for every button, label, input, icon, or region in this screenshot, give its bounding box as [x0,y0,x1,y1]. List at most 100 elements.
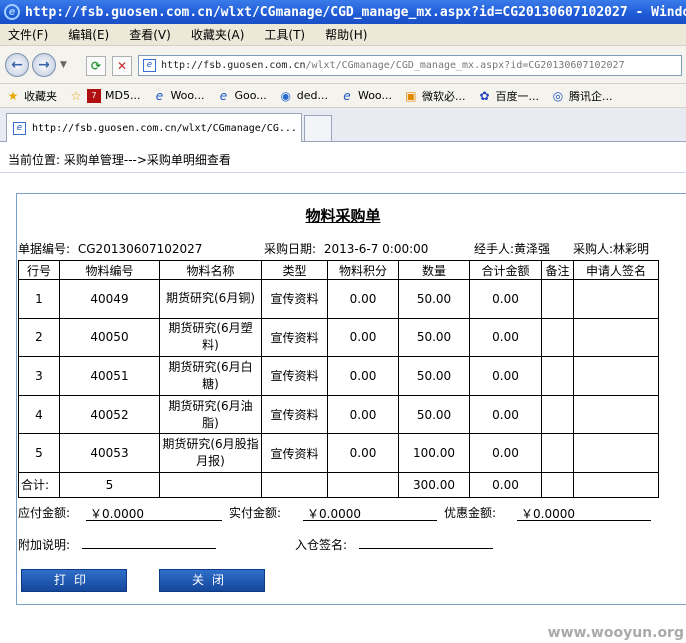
item-type: 宣传资料 [261,356,328,396]
fav-label: Woo... [357,89,392,102]
item-points: 0.00 [327,317,399,358]
table-row: 4 40052 期货研究(6月油脂) 宣传资料 0.00 50.00 0.00 [18,394,659,435]
fav-item[interactable]: ▣ 微软必... [404,88,466,104]
table-row: 3 40051 期货研究(6月白糖) 宣传资料 0.00 50.00 0.00 [18,356,659,396]
sign-value [359,533,493,549]
fav-item[interactable]: ◉ ded... [279,88,328,103]
address-host: http://fsb.guosen.com.cn [161,60,306,71]
new-tab-button[interactable] [304,115,332,141]
field-label: 经手人: [474,242,515,256]
row-number: 1 [18,279,60,319]
item-total: 0.00 [469,356,542,396]
item-remark [541,394,574,435]
item-qty: 100.00 [398,433,470,473]
watermark: www.wooyun.org [547,625,684,641]
empty-cell [573,471,659,498]
page-icon: e [143,59,156,72]
total-qty: 300.00 [398,471,470,498]
print-button[interactable]: 打印 [21,569,127,592]
fav-label: 腾讯企... [568,89,613,103]
discount-label: 优惠金额: [444,506,497,520]
item-points: 0.00 [327,433,399,473]
fav-item[interactable]: ✿ 百度一... [477,88,539,104]
row-number: 3 [18,356,60,396]
field-label: 单据编号: [18,242,71,256]
table-total-row: 合计: 5 300.00 0.00 [18,471,659,498]
fav-label: 百度一... [495,89,539,103]
item-type: 宣传资料 [261,279,328,319]
fav-item[interactable]: ☆ 7 MD5... [69,88,141,103]
page-icon: ▣ [405,88,417,103]
order-number-field: 单据编号: CG20130607102027 [18,240,202,257]
empty-cell [261,471,328,498]
forward-arrow-icon: → [38,57,50,73]
menu-help[interactable]: 帮助(H) [325,26,367,43]
menu-tools[interactable]: 工具(T) [264,26,305,43]
fav-item[interactable]: ◎ 腾讯企... [551,88,613,104]
empty-cell [327,471,399,498]
item-points: 0.00 [327,394,399,435]
close-button[interactable]: 关闭 [159,569,265,592]
paw-icon: ✿ [479,88,490,103]
fav-item[interactable]: e Woo... [340,89,392,103]
item-signature [573,356,659,396]
buyer-value: 林彩明 [613,242,650,256]
menu-file[interactable]: 文件(F) [8,26,48,43]
fav-label: MD5... [105,89,141,102]
item-total: 0.00 [469,279,542,319]
item-remark [541,279,574,319]
page-icon: e [343,88,351,103]
fav-label: 微软必... [421,89,466,103]
empty-cell [541,471,574,498]
column-header: 物料名称 [159,260,262,280]
back-button[interactable]: ← [5,53,29,77]
tab-current[interactable]: e http://fsb.guosen.com.cn/wlxt/CGmanage… [6,113,302,142]
item-code: 40052 [59,394,160,435]
window-title: http://fsb.guosen.com.cn/wlxt/CGmanage/C… [25,4,686,20]
address-input[interactable]: e http://fsb.guosen.com.cn/wlxt/CGmanage… [138,55,682,76]
address-path: /wlxt/CGmanage/CGD_manage_mx.aspx?id=CG2… [305,60,625,71]
page-icon: e [155,88,164,103]
total-label: 合计: [18,471,60,498]
item-name: 期货研究(6月铜) [159,279,262,319]
breadcrumb: 当前位置: 采购单管理--->采购单明细查看 [8,153,231,167]
payable-value: ￥0.0000 [86,505,222,521]
table-header-row: 行号 物料编号 物料名称 类型 物料积分 数量 合计金额 备注 申请人签名 [18,260,659,280]
item-qty: 50.00 [398,279,470,319]
globe-icon: ◉ [280,88,291,103]
address-toolbar: ← → ▼ ⟳ ✕ e http://fsb.guosen.com.cn/wlx… [0,46,686,84]
item-signature [573,433,659,473]
divider [0,172,686,173]
history-dropdown-icon[interactable]: ▼ [60,60,67,70]
item-points: 0.00 [327,356,399,396]
item-type: 宣传资料 [261,394,328,435]
field-label: 采购日期: [264,242,317,256]
ie-logo-icon: e [4,4,20,20]
stop-button[interactable]: ✕ [112,56,132,76]
fav-item[interactable]: e Woo... [152,88,205,103]
favorites-bar: ★ 收藏夹 ☆ 7 MD5... e Woo... e Goo... ◉ ded… [0,84,686,108]
page-icon: e [13,121,26,135]
fav-item[interactable]: e Goo... [216,89,267,103]
menu-edit[interactable]: 编辑(E) [68,26,109,43]
page-icon: ◎ [552,88,564,103]
item-remark [541,356,574,396]
item-name: 期货研究(6月白糖) [159,356,262,396]
refresh-button[interactable]: ⟳ [86,56,106,76]
menu-favorites[interactable]: 收藏夹(A) [191,26,245,43]
menu-view[interactable]: 查看(V) [129,26,171,43]
column-header: 行号 [18,260,60,280]
fav-label: ded... [296,89,328,102]
sign-label: 入仓签名: [295,538,348,552]
discount-value: ￥0.0000 [517,505,651,521]
item-total: 0.00 [469,317,542,358]
item-signature [573,317,659,358]
item-code: 40053 [59,433,160,473]
item-remark [541,317,574,358]
item-code: 40049 [59,279,160,319]
forward-button[interactable]: → [32,53,56,77]
purchase-date-value: 2013-6-7 0:00:00 [323,242,429,256]
order-number-value: CG20130607102027 [77,242,203,256]
favorites-button[interactable]: ★ 收藏夹 [6,88,57,104]
fav-label: 收藏夹 [24,89,57,103]
